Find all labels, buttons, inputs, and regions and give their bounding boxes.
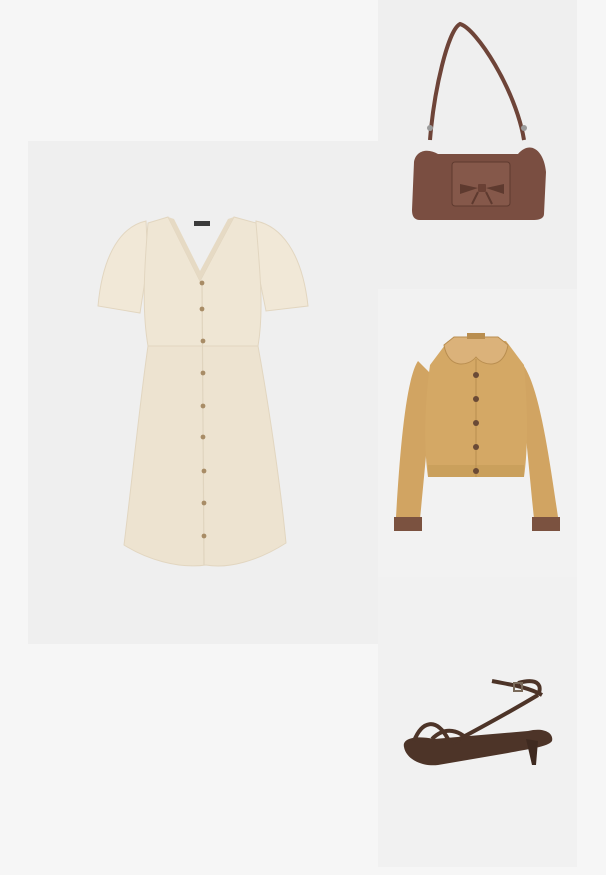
sandal-icon [403,679,553,766]
bag-icon [412,21,546,220]
sandal-product-tile[interactable] [378,577,577,867]
jacket-product-tile[interactable] [378,289,577,577]
bag-product-tile[interactable] [378,0,577,289]
dress-icon [97,216,309,567]
jacket-icon [394,333,560,531]
dress-product-tile[interactable] [28,141,378,644]
